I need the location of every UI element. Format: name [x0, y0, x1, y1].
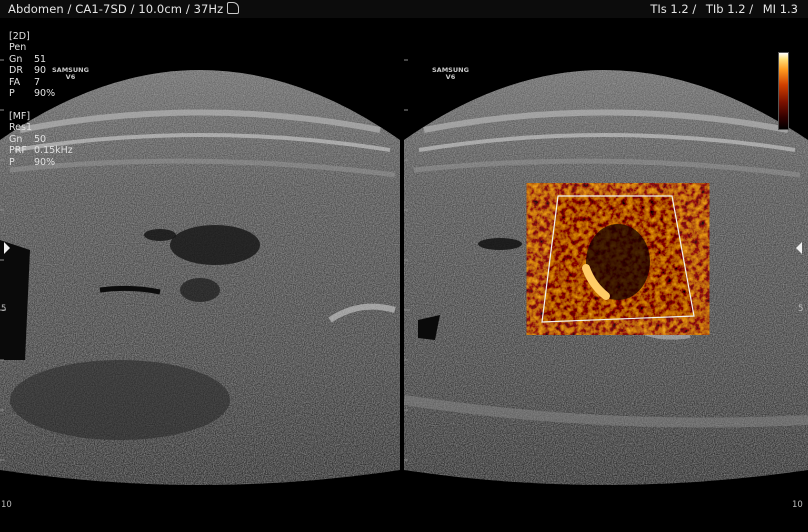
depth-label-mid-right: 5 [798, 304, 804, 314]
param-value: 51 [34, 53, 47, 65]
param-key: Gn [9, 53, 23, 65]
color-flow-box [541, 195, 695, 323]
param-key: [2D] [9, 31, 30, 42]
depth-label-mid-left: 5 [1, 304, 7, 314]
param-value: 50 [34, 133, 47, 145]
param-key: DR [9, 65, 23, 77]
brand-model: V6 [445, 73, 456, 81]
param-key: PRF [9, 145, 27, 157]
depth-label-bottom-left: 10 [1, 500, 12, 510]
param-row: Pen [9, 42, 55, 53]
bmode-parameters: [2D] Pen Gn 51 DR 90 FA 7 P 90% [9, 31, 55, 99]
param-key: Gn [9, 133, 23, 145]
brand-label-left: SAMSUNG V6 [52, 67, 89, 81]
param-row: Res1 [9, 122, 73, 133]
param-value: 90% [34, 88, 56, 100]
param-row: FA 7 [9, 77, 55, 88]
param-key: [MF] [9, 111, 31, 122]
param-row: [MF] [9, 111, 73, 122]
brand-model: V6 [65, 73, 76, 81]
param-key: Res1 [9, 122, 33, 134]
param-row: PRF 0.15kHz [9, 145, 73, 156]
param-row: DR 90 [9, 65, 55, 76]
param-key: P [9, 88, 15, 100]
param-row: Gn 50 [9, 134, 73, 145]
param-row: Gn 51 [9, 54, 55, 65]
param-value: 0.15kHz [34, 145, 73, 157]
param-row: [2D] [9, 31, 55, 42]
param-row: P 90% [9, 88, 55, 99]
param-key: Pen [9, 42, 27, 54]
param-value: 90 [34, 65, 47, 77]
param-value: 90% [34, 156, 56, 168]
param-value: 7 [34, 76, 41, 88]
param-key: FA [9, 76, 21, 88]
color-scale-bar [778, 52, 789, 130]
ultrasound-images [0, 59, 808, 485]
depth-label-bottom-right: 10 [792, 500, 803, 510]
flow-parameters: [MF] Res1 Gn 50 PRF 0.15kHz P 90% [9, 111, 73, 168]
brand-label-right: SAMSUNG V6 [432, 67, 469, 81]
param-key: P [9, 156, 15, 168]
param-row: P 90% [9, 157, 73, 168]
